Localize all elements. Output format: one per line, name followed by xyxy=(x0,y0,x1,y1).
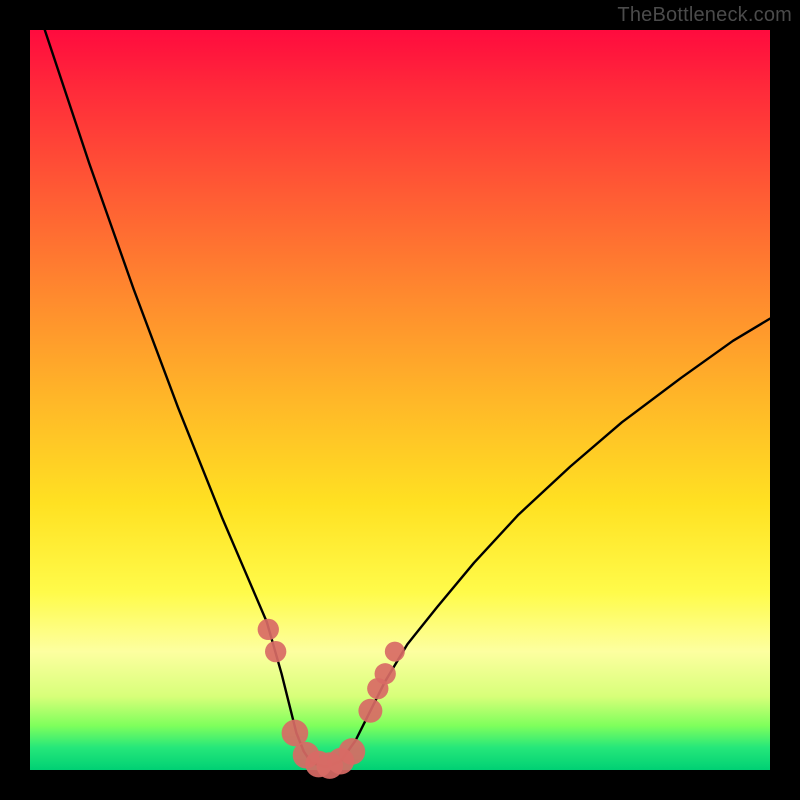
plot-area xyxy=(30,30,770,770)
chart-svg xyxy=(30,30,770,770)
curve-marker xyxy=(258,619,279,640)
curve-marker xyxy=(375,663,396,684)
bottleneck-curve xyxy=(45,30,770,767)
curve-marker xyxy=(339,738,366,765)
curve-marker xyxy=(358,699,382,723)
curve-marker xyxy=(385,642,405,662)
watermark-text: TheBottleneck.com xyxy=(617,4,792,27)
curve-marker xyxy=(265,641,286,662)
curve-markers xyxy=(258,619,405,779)
chart-frame: TheBottleneck.com xyxy=(0,0,800,800)
